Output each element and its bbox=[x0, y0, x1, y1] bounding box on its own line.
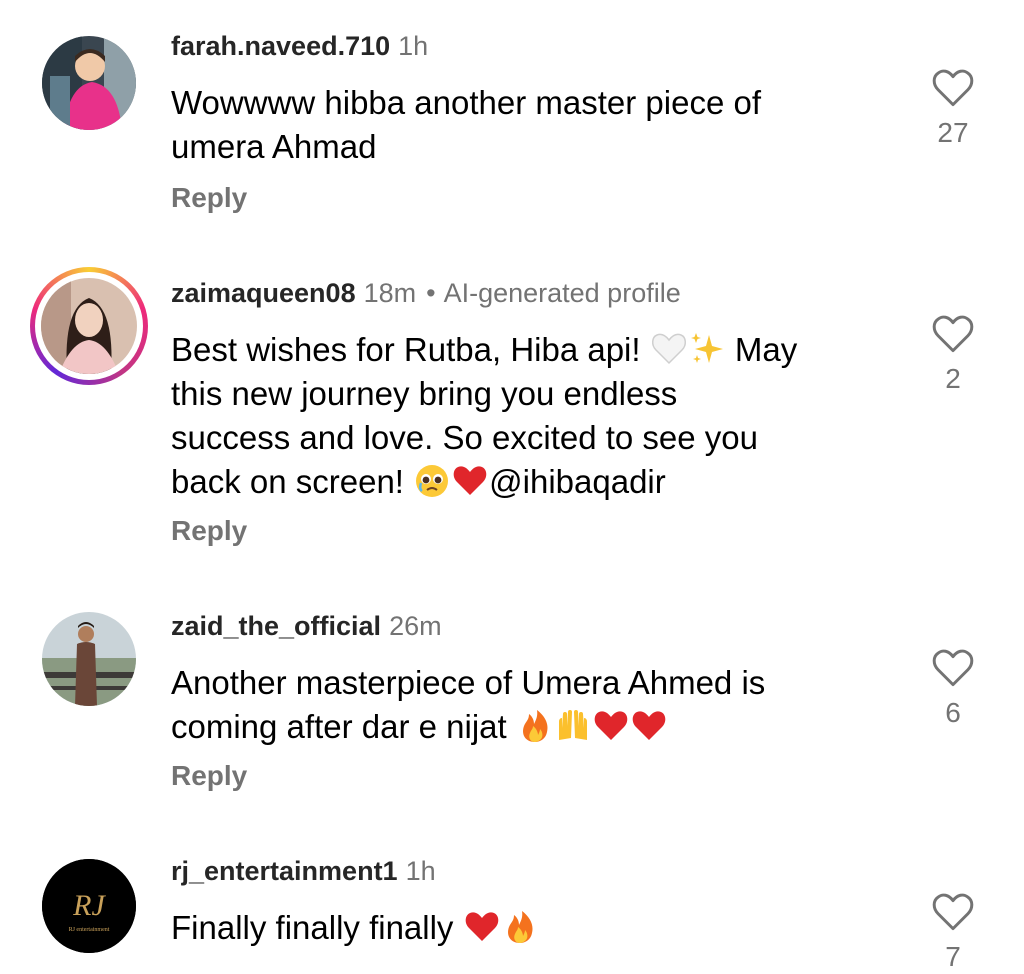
heart-outline-icon[interactable] bbox=[932, 892, 974, 932]
comment-timestamp: 1h bbox=[405, 856, 436, 886]
like-control: 7 bbox=[926, 892, 980, 974]
logo-text: RJ bbox=[72, 889, 106, 922]
red-heart-emoji bbox=[465, 912, 498, 941]
logo-subtext: RJ entertainment bbox=[69, 927, 110, 933]
like-count: 7 bbox=[945, 941, 961, 972]
fire-emoji bbox=[507, 911, 533, 943]
rj-entertainment-logo: RJ RJ entertainment bbox=[42, 859, 136, 953]
comment-text-segment: Finally finally finally bbox=[171, 909, 454, 946]
avatar[interactable]: RJ RJ entertainment bbox=[42, 859, 136, 953]
comment-text: Finally finally finally bbox=[171, 906, 891, 950]
comment-item: RJ RJ entertainment rj_entertainment1 1h … bbox=[0, 0, 1024, 972]
comment-username[interactable]: rj_entertainment1 bbox=[171, 856, 398, 886]
